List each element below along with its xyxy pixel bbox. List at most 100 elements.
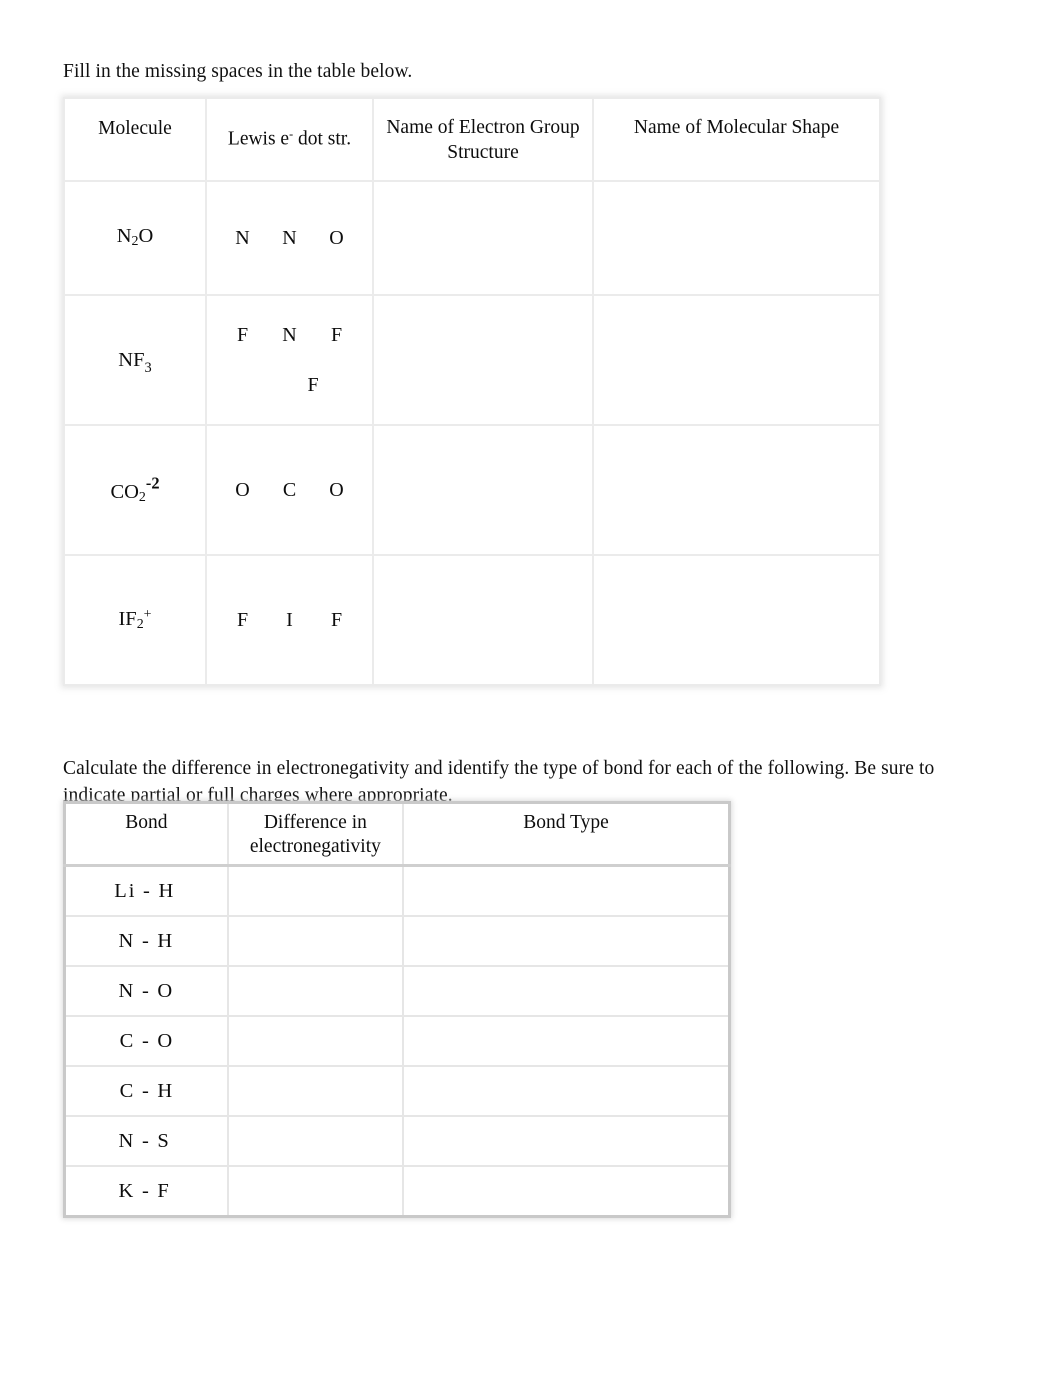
formula-charge: + [143, 606, 152, 622]
bond-atom-b: S [157, 1129, 171, 1152]
cell-bond-type-c-o[interactable] [401, 1015, 731, 1067]
cell-molecular-shape-co2-2minus[interactable] [592, 424, 881, 556]
cell-bond-n-o: N-O [63, 965, 229, 1017]
bond-atom-b: H [157, 929, 175, 952]
molecule-row-n2o: N2O N N O [63, 180, 881, 296]
header-difference-in-electronegativity: Difference in electronegativity [226, 801, 404, 867]
bond-label: K-F [115, 1180, 177, 1202]
bond-label: Li - H [114, 880, 178, 902]
cell-bond-type-n-s[interactable] [401, 1115, 731, 1167]
formula-n2o: N2O [117, 225, 154, 249]
bond-atom-b: H [158, 879, 176, 902]
formula-if2-plus: IF2+ [118, 606, 152, 633]
cell-bond-li-h: Li - H [63, 864, 229, 917]
bond-atom-a: C [119, 1079, 136, 1102]
cell-lewis-n2o[interactable]: NNO [205, 180, 374, 296]
lewis-row-1: OCO [207, 480, 372, 500]
cell-formula-nf3: NF3 [63, 294, 207, 426]
header-molecular-shape: Name of Molecular Shape [592, 97, 881, 182]
bond-atom-a: K [118, 1179, 136, 1202]
bond-row-k-f: K-F [63, 1165, 731, 1218]
formula-base: CO [110, 481, 139, 504]
formula-tail: O [138, 225, 154, 248]
lewis-row-1: FIF [207, 610, 372, 630]
cell-difference-n-s[interactable] [226, 1115, 404, 1167]
formula-nf3: NF3 [118, 349, 151, 376]
cell-difference-k-f[interactable] [226, 1165, 404, 1218]
lewis-structure-nf3: F N F F [207, 325, 372, 395]
cell-molecular-shape-nf3[interactable] [592, 294, 881, 426]
molecule-table-header-row: Molecule Lewis e- dot str. Name of Elect… [63, 97, 881, 182]
formula-base: IF [118, 608, 137, 631]
lewis-atom: N [235, 227, 250, 249]
bond-row-c-h: C-H [63, 1065, 731, 1117]
cell-bond-type-n-h[interactable] [401, 915, 731, 967]
lewis-structure-co2-2minus: OCO [207, 480, 372, 500]
header-bond: Bond [63, 801, 229, 867]
lewis-atom: N [282, 227, 297, 249]
bond-atom-a: C [119, 1029, 136, 1052]
cell-bond-type-c-h[interactable] [401, 1065, 731, 1117]
molecule-row-if2-plus: IF2+ F IF [63, 554, 881, 686]
cell-bond-c-h: C-H [63, 1065, 229, 1117]
cell-electron-group-structure-co2-2minus[interactable] [372, 424, 594, 556]
lewis-structure-if2-plus: FIF [207, 610, 372, 630]
formula-subscript: 2 [136, 617, 144, 633]
lewis-row-1: NNO [207, 228, 372, 248]
cell-electron-group-structure-if2-plus[interactable] [372, 554, 594, 686]
cell-difference-n-h[interactable] [226, 915, 404, 967]
cell-bond-type-li-h[interactable] [401, 864, 731, 917]
bond-table-header-row: Bond Difference in electronegativity Bon… [63, 801, 731, 867]
worksheet-page: Fill in the missing spaces in the table … [0, 0, 1062, 1376]
cell-bond-type-k-f[interactable] [401, 1165, 731, 1218]
lewis-atom: F [236, 324, 249, 346]
lewis-atom: F [330, 609, 343, 631]
bond-atom-b: O [157, 1029, 175, 1052]
bond-row-n-o: N-O [63, 965, 731, 1017]
bond-atom-a: N [118, 1129, 136, 1152]
cell-molecular-shape-if2-plus[interactable] [592, 554, 881, 686]
instruction-text-molecules: Fill in the missing spaces in the table … [63, 61, 413, 82]
header-molecule: Molecule [63, 97, 207, 182]
cell-difference-c-h[interactable] [226, 1065, 404, 1117]
cell-lewis-nf3[interactable]: F N F F [205, 294, 374, 426]
cell-molecular-shape-n2o[interactable] [592, 180, 881, 296]
header-bond-type: Bond Type [401, 801, 731, 867]
bond-row-c-o: C-O [63, 1015, 731, 1067]
bond-dash: - [141, 979, 151, 1002]
cell-electron-group-structure-nf3[interactable] [372, 294, 594, 426]
formula-co2-2minus: CO2-2 [110, 474, 159, 506]
bond-dash: - [143, 879, 152, 902]
bond-dash: - [141, 1079, 151, 1102]
bond-dash: - [141, 1179, 151, 1202]
bond-dash: - [141, 1029, 151, 1052]
bond-atom-b: F [157, 1179, 171, 1202]
bond-label: N-H [115, 930, 177, 952]
bond-atom-a: N [118, 929, 136, 952]
header-difference-line2: electronegativity [249, 836, 381, 857]
header-lewis-dot-structure: Lewis e- dot str. [205, 97, 374, 182]
header-egs-line2: Structure [447, 142, 519, 163]
formula-subscript: 3 [144, 359, 152, 376]
cell-lewis-if2-plus[interactable]: FIF [205, 554, 374, 686]
lewis-atom: O [329, 227, 344, 249]
header-electron-group-structure: Name of Electron Group Structure [372, 97, 594, 182]
lewis-structure-n2o: NNO [207, 228, 372, 248]
cell-difference-n-o[interactable] [226, 965, 404, 1017]
header-lewis-suffix: dot str. [293, 128, 352, 150]
lewis-atom: O [235, 479, 250, 501]
cell-lewis-co2-2minus[interactable]: OCO [205, 424, 374, 556]
cell-formula-n2o: N2O [63, 180, 207, 296]
bond-atom-b: H [157, 1079, 175, 1102]
cell-formula-if2-plus: IF2+ [63, 554, 207, 686]
lewis-atom: N [282, 324, 297, 346]
cell-difference-li-h[interactable] [226, 864, 404, 917]
molecule-table: Molecule Lewis e- dot str. Name of Elect… [63, 97, 881, 686]
cell-electron-group-structure-n2o[interactable] [372, 180, 594, 296]
bond-table: Bond Difference in electronegativity Bon… [63, 801, 731, 1218]
cell-bond-type-n-o[interactable] [401, 965, 731, 1017]
bond-atom-a: Li [114, 879, 137, 902]
header-egs-line1: Name of Electron Group [386, 117, 580, 138]
lewis-atom: I [286, 609, 293, 631]
cell-difference-c-o[interactable] [226, 1015, 404, 1067]
